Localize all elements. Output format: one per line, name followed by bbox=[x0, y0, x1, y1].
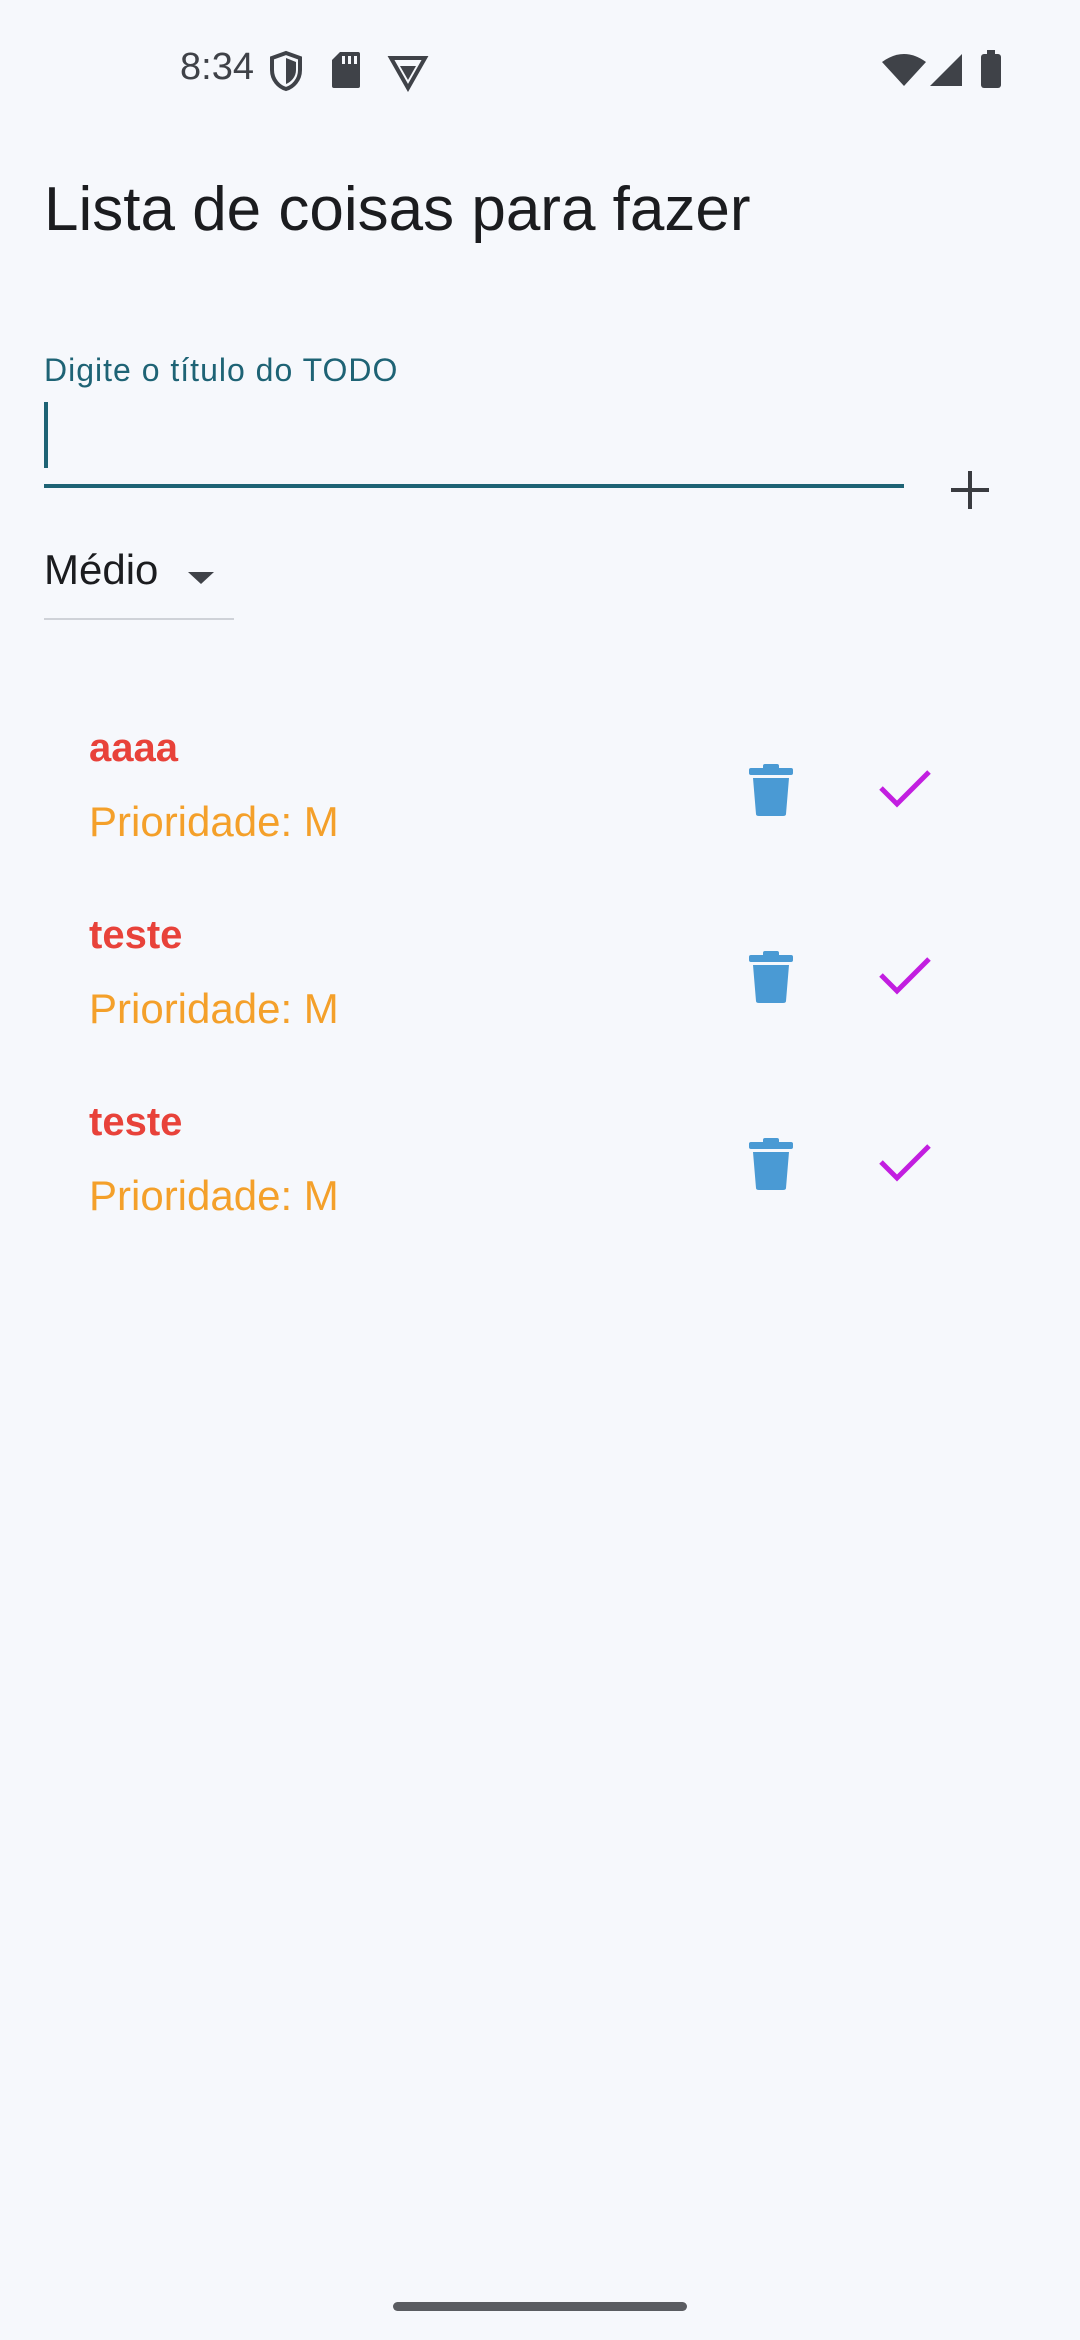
add-todo-button[interactable] bbox=[935, 455, 1005, 525]
home-indicator[interactable] bbox=[393, 2302, 687, 2311]
priority-dropdown[interactable]: Médio bbox=[44, 540, 234, 620]
caret-down-icon bbox=[186, 570, 216, 591]
text-caret bbox=[44, 402, 48, 468]
todo-title-label: Digite o título do TODO bbox=[44, 352, 399, 388]
complete-todo-button[interactable] bbox=[875, 1138, 935, 1186]
signal-icon bbox=[928, 52, 964, 93]
todo-list: aaaa Prioridade: M teste Prioridade: M t… bbox=[0, 700, 1080, 1261]
page-title: Lista de coisas para fazer bbox=[44, 175, 751, 244]
delete-todo-button[interactable] bbox=[745, 762, 797, 818]
input-underline bbox=[44, 484, 904, 488]
todo-title: teste bbox=[89, 1100, 183, 1144]
shield-icon bbox=[268, 50, 304, 97]
priority-selected-value: Médio bbox=[44, 546, 159, 593]
complete-todo-button[interactable] bbox=[875, 951, 935, 999]
wifi-icon bbox=[880, 52, 928, 93]
todo-item: teste Prioridade: M bbox=[0, 1074, 1080, 1261]
delete-todo-button[interactable] bbox=[745, 949, 797, 1005]
todo-title: teste bbox=[89, 913, 183, 957]
trash-icon bbox=[749, 1138, 793, 1190]
trash-icon bbox=[749, 764, 793, 816]
check-icon bbox=[879, 957, 931, 995]
plus-icon bbox=[951, 471, 989, 509]
todo-priority: Prioridade: M bbox=[89, 1172, 339, 1219]
todo-priority: Prioridade: M bbox=[89, 985, 339, 1032]
check-icon bbox=[879, 770, 931, 808]
todo-priority: Prioridade: M bbox=[89, 798, 339, 845]
check-icon bbox=[879, 1144, 931, 1182]
status-bar: 8:34 bbox=[0, 0, 1080, 140]
todo-item: teste Prioridade: M bbox=[0, 887, 1080, 1074]
delete-todo-button[interactable] bbox=[745, 1136, 797, 1192]
status-time: 8:34 bbox=[180, 46, 254, 88]
todo-title-input[interactable] bbox=[44, 396, 904, 488]
sd-card-icon bbox=[330, 50, 362, 95]
trash-icon bbox=[749, 951, 793, 1003]
todo-item: aaaa Prioridade: M bbox=[0, 700, 1080, 887]
vpn-badge-icon bbox=[387, 50, 429, 97]
todo-title: aaaa bbox=[89, 726, 178, 770]
dropdown-underline bbox=[44, 618, 234, 620]
complete-todo-button[interactable] bbox=[875, 764, 935, 812]
battery-icon bbox=[980, 50, 1002, 95]
